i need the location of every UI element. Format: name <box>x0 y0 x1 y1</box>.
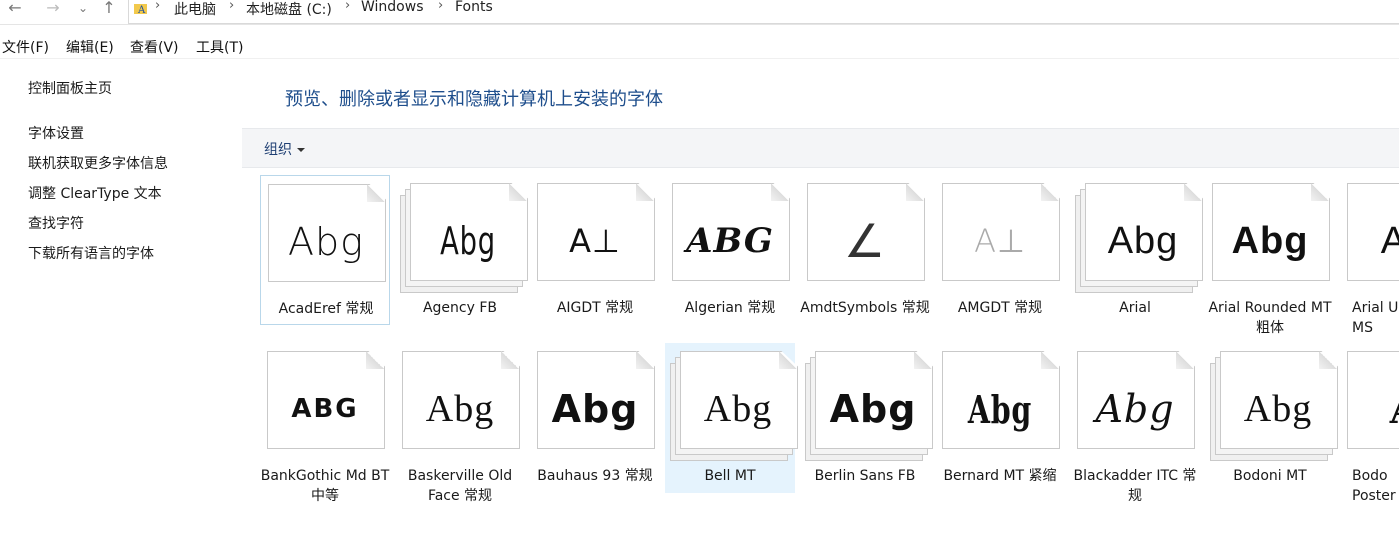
breadcrumb-separator: › <box>438 0 444 13</box>
font-name-label: Bernard MT 紧缩 <box>943 468 1057 484</box>
font-tile[interactable]: ABG BankGothic Md BT 中等 <box>260 343 390 504</box>
fonts-folder-icon: A <box>134 4 147 15</box>
font-sample-preview: Abg <box>1107 219 1179 262</box>
organize-button[interactable]: 组织 <box>264 139 305 159</box>
font-tile[interactable]: A⊥ AMGDT 常规 <box>935 175 1065 325</box>
back-arrow-icon[interactable]: ← <box>4 0 26 20</box>
font-sample-preview: Abg <box>967 386 1033 432</box>
font-sample-preview: A <box>1347 361 1399 457</box>
font-tile[interactable]: Abg Berlin Sans FB <box>800 343 933 493</box>
menu-divider <box>0 58 1399 59</box>
font-name-label: Bell MT <box>704 468 756 484</box>
font-name-label: AcadEref 常规 <box>278 301 374 317</box>
breadcrumb-local-disk[interactable]: 本地磁盘 (C:) <box>246 0 332 19</box>
font-name-label: AmdtSymbols 常规 <box>800 300 930 316</box>
command-bar: 组织 <box>242 128 1399 168</box>
menu-edit[interactable]: 编辑(E) <box>66 37 114 57</box>
font-tile[interactable]: Abg AcadEref 常规 <box>260 175 390 325</box>
menu-file[interactable]: 文件(F) <box>2 37 49 57</box>
breadcrumb-this-pc[interactable]: 此电脑 <box>174 0 216 19</box>
font-name-label: Arial U MS <box>1352 300 1399 336</box>
page-title: 预览、删除或者显示和隐藏计算机上安装的字体 <box>285 89 663 110</box>
organize-label: 组织 <box>264 142 292 158</box>
link-get-more-font-info[interactable]: 联机获取更多字体信息 <box>28 153 168 173</box>
font-name-label: Algerian 常规 <box>684 300 776 316</box>
breadcrumb-separator: › <box>345 0 351 13</box>
menu-bar: 文件(F) 编辑(E) 查看(V) 工具(T) <box>0 34 1399 58</box>
address-bar: ← → ⌄ ↑ A › 此电脑 › 本地磁盘 (C:) › Windows › … <box>0 0 1399 25</box>
font-sample-preview: ABG <box>686 221 774 261</box>
link-control-panel-home[interactable]: 控制面板主页 <box>28 78 112 98</box>
font-name-label: Bodo Poster <box>1352 468 1396 504</box>
link-adjust-cleartype[interactable]: 调整 ClearType 文本 <box>28 183 162 203</box>
font-sample-preview: Abg <box>1095 387 1175 431</box>
font-name-label: AMGDT 常规 <box>957 300 1043 316</box>
font-name-label: Berlin Sans FB <box>814 468 916 484</box>
font-tile[interactable]: Abg Blackadder ITC 常规 <box>1070 343 1200 504</box>
page-fold-corner <box>1041 351 1059 369</box>
link-download-all-language-fonts[interactable]: 下载所有语言的字体 <box>28 243 154 263</box>
menu-tools[interactable]: 工具(T) <box>196 37 243 57</box>
font-tile[interactable]: ∠ AmdtSymbols 常规 <box>800 175 930 325</box>
font-name-label: Bodoni MT <box>1233 468 1307 484</box>
svg-text:A: A <box>137 5 146 15</box>
link-font-settings[interactable]: 字体设置 <box>28 123 84 143</box>
font-name-label: Baskerville Old Face 常规 <box>407 468 513 504</box>
breadcrumb-windows[interactable]: Windows <box>361 0 424 15</box>
forward-arrow-icon[interactable]: → <box>42 0 64 20</box>
font-tile[interactable]: Abg Arial Rounded MT 粗体 <box>1205 175 1335 336</box>
font-name-label: Agency FB <box>422 300 498 316</box>
font-sample-preview: ∠ <box>843 214 887 268</box>
font-tile[interactable]: ABG Algerian 常规 <box>665 175 795 325</box>
font-sample-preview: Abg <box>703 388 773 430</box>
font-sample-preview: Abg <box>425 388 495 430</box>
font-sample-preview: Abg <box>1243 388 1313 430</box>
address-box[interactable]: A › 此电脑 › 本地磁盘 (C:) › Windows › Fonts <box>128 0 1399 24</box>
font-sample-preview: A⊥ <box>974 222 1026 260</box>
breadcrumb-separator: › <box>229 0 235 13</box>
font-name-label: Arial <box>1119 300 1151 316</box>
font-name-label: Arial Rounded MT 粗体 <box>1208 300 1332 336</box>
link-find-character[interactable]: 查找字符 <box>28 213 84 233</box>
font-name-label: AIGDT 常规 <box>556 300 634 316</box>
font-sample-preview: Abg <box>440 219 496 263</box>
font-name-label: Bauhaus 93 常规 <box>537 468 653 484</box>
font-tile[interactable]: Abg Arial <box>1070 175 1203 325</box>
up-arrow-icon[interactable]: ↑ <box>98 0 120 20</box>
font-sample-preview: Abg <box>1231 219 1309 262</box>
font-tile[interactable]: Abg Bauhaus 93 常规 <box>530 343 660 493</box>
font-tile[interactable]: Abg Bodoni MT <box>1205 343 1338 493</box>
menu-view[interactable]: 查看(V) <box>130 37 179 57</box>
font-tile[interactable]: Abg Bernard MT 紧缩 <box>935 343 1065 493</box>
font-tile[interactable]: Abg Baskerville Old Face 常规 <box>395 343 525 504</box>
font-sample-preview: Ab <box>1380 219 1399 262</box>
font-sample-preview: Abg <box>551 387 639 431</box>
font-tile[interactable]: A⊥ AIGDT 常规 <box>530 175 660 325</box>
font-name-label: BankGothic Md BT 中等 <box>260 468 390 504</box>
font-sample-preview: ABG <box>291 394 359 424</box>
font-sample-preview: Abg <box>288 220 364 264</box>
font-name-label: Blackadder ITC 常规 <box>1073 468 1197 504</box>
font-sample-preview: Abg <box>829 387 917 431</box>
breadcrumb-fonts[interactable]: Fonts <box>455 0 493 15</box>
font-tile[interactable]: Ab Arial U MS <box>1340 175 1399 336</box>
breadcrumb-separator: › <box>155 0 161 13</box>
font-sample-preview: A⊥ <box>569 222 621 260</box>
font-tile[interactable]: A Bodo Poster <box>1340 343 1399 504</box>
font-tile[interactable]: Abg Bell MT <box>665 343 798 493</box>
caret-down-icon <box>297 148 305 152</box>
recent-locations-chevron-icon[interactable]: ⌄ <box>72 0 94 20</box>
font-tile[interactable]: Abg Agency FB <box>395 175 528 325</box>
